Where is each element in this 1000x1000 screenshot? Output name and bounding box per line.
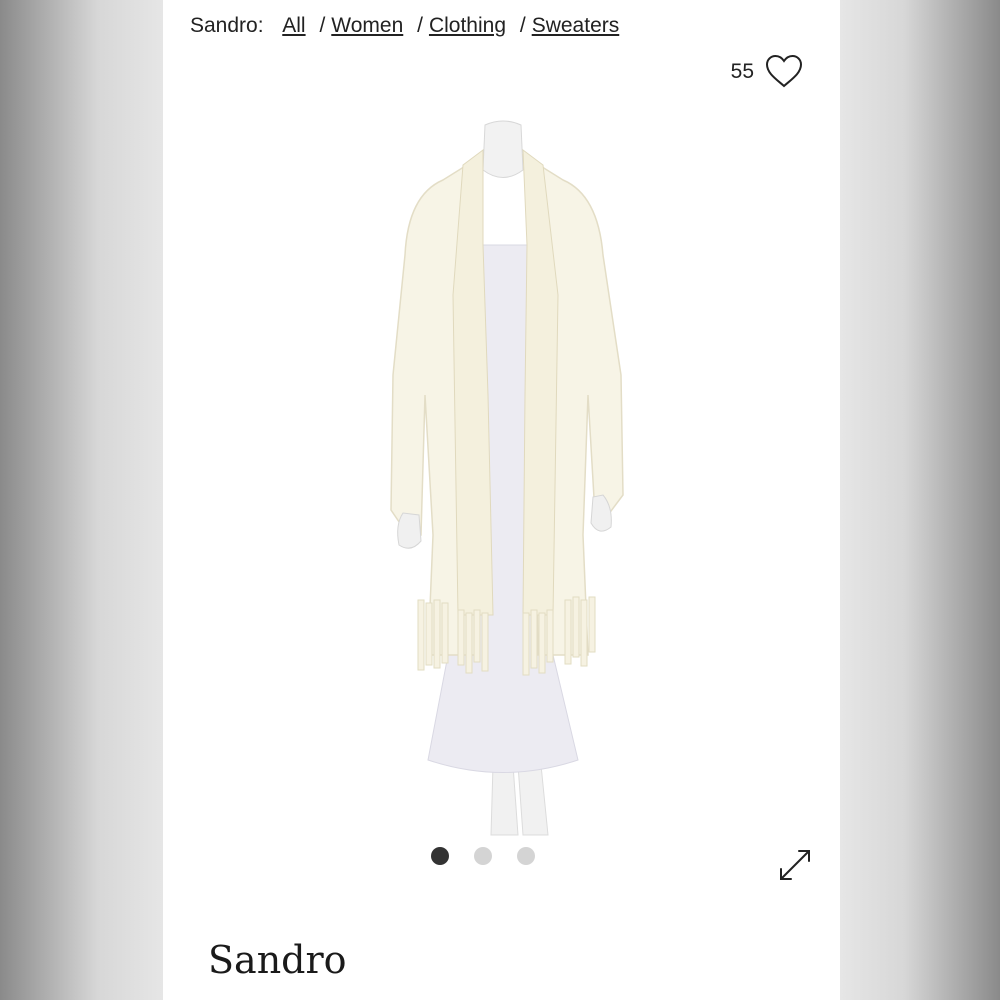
breadcrumb-link-all[interactable]: All [282,14,305,37]
carousel-dot-3[interactable] [517,847,535,865]
favorites: 55 [731,52,804,92]
breadcrumb-link-clothing[interactable]: Clothing [429,14,506,37]
expand-arrows-icon[interactable] [775,845,815,885]
right-background-margin [840,0,1000,1000]
breadcrumb-brand: Sandro: [190,14,264,37]
left-background-margin [0,0,163,1000]
breadcrumb: Sandro: All / Women / Clothing / Sweaters [190,14,619,38]
breadcrumb-separator: / [417,14,423,37]
product-image[interactable] [313,95,693,840]
product-panel: Sandro: All / Women / Clothing / Sweaters 5… [163,0,840,1000]
carousel-dot-1[interactable] [431,847,449,865]
breadcrumb-separator: / [519,14,526,37]
heart-outline-icon[interactable] [764,52,804,92]
breadcrumb-link-women[interactable]: Women [331,14,403,37]
product-brand-name: Sandro [208,938,347,982]
carousel-dot-2[interactable] [474,847,492,865]
breadcrumb-separator: / [319,14,326,37]
favorite-count: 55 [730,60,754,83]
breadcrumb-link-sweaters[interactable]: Sweaters [532,14,620,37]
carousel-dots [431,847,535,865]
